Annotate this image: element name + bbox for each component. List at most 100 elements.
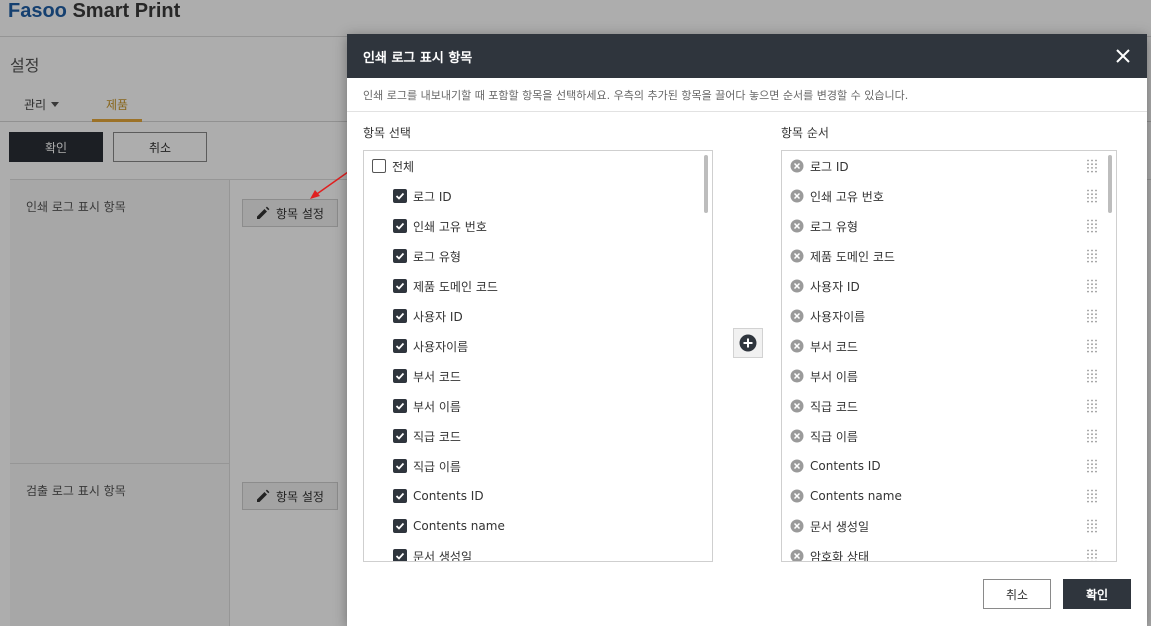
drag-handle-icon[interactable]: [1086, 549, 1098, 562]
drag-handle-icon[interactable]: [1086, 219, 1098, 233]
checkbox-label: 문서 생성일: [413, 549, 473, 562]
order-list-item[interactable]: 직급 이름: [790, 421, 1106, 451]
select-item-checkbox[interactable]: Contents name: [393, 511, 505, 541]
list-scrollbar[interactable]: [704, 155, 708, 213]
select-item-checkbox[interactable]: 부서 이름: [393, 391, 461, 421]
remove-circle-icon[interactable]: [790, 189, 804, 203]
select-item-checkbox[interactable]: 사용자이름: [393, 331, 468, 361]
checkbox-label: 부서 이름: [413, 399, 461, 414]
remove-circle-icon[interactable]: [790, 339, 804, 353]
drag-handle-icon[interactable]: [1086, 279, 1098, 293]
drag-handle-icon[interactable]: [1086, 159, 1098, 173]
order-list-item[interactable]: 문서 생성일: [790, 511, 1106, 541]
order-item-label: 부서 코드: [810, 339, 858, 354]
select-item-checkbox[interactable]: 로그 유형: [393, 241, 461, 271]
annotation-arrow-icon: [310, 171, 349, 199]
drag-handle-icon[interactable]: [1086, 249, 1098, 263]
remove-circle-icon[interactable]: [790, 459, 804, 473]
checkbox-checked-icon: [393, 519, 407, 533]
remove-circle-icon[interactable]: [790, 309, 804, 323]
select-item-checkbox[interactable]: 제품 도메인 코드: [393, 271, 498, 301]
checkbox-label: 로그 유형: [413, 249, 461, 264]
checkbox-checked-icon: [393, 219, 407, 233]
select-item-checkbox[interactable]: 사용자 ID: [393, 301, 463, 331]
checkbox-checked-icon: [393, 369, 407, 383]
drag-handle-icon[interactable]: [1086, 189, 1098, 203]
select-item-checkbox[interactable]: 인쇄 고유 번호: [393, 211, 487, 241]
checkbox-checked-icon: [393, 429, 407, 443]
select-item-checkbox[interactable]: 로그 ID: [393, 181, 452, 211]
remove-circle-icon[interactable]: [790, 489, 804, 503]
order-item-label: 암호화 상태: [810, 549, 870, 562]
remove-circle-icon[interactable]: [790, 279, 804, 293]
checkbox-label: 제품 도메인 코드: [413, 279, 498, 294]
order-item-label: 문서 생성일: [810, 519, 870, 534]
remove-circle-icon[interactable]: [790, 429, 804, 443]
select-item-checkbox[interactable]: Contents ID: [393, 481, 484, 511]
checkbox-label: 부서 코드: [413, 369, 461, 384]
checkbox-checked-icon: [393, 459, 407, 473]
dialog-cancel-button[interactable]: 취소: [983, 579, 1051, 609]
checkbox-label: Contents name: [413, 519, 505, 533]
remove-circle-icon[interactable]: [790, 249, 804, 263]
order-list-item[interactable]: Contents name: [790, 481, 1106, 511]
checkbox-label: 직급 코드: [413, 429, 461, 444]
remove-circle-icon[interactable]: [790, 399, 804, 413]
order-list-item[interactable]: 인쇄 고유 번호: [790, 181, 1106, 211]
order-item-label: 로그 ID: [810, 159, 849, 174]
checkbox-unchecked-icon: [372, 159, 386, 173]
dialog-title: 인쇄 로그 표시 항목: [363, 50, 473, 66]
drag-handle-icon[interactable]: [1086, 369, 1098, 383]
order-list-item[interactable]: 제품 도메인 코드: [790, 241, 1106, 271]
order-list-item[interactable]: 사용자 ID: [790, 271, 1106, 301]
order-item-label: Contents ID: [810, 459, 881, 473]
checkbox-label: 인쇄 고유 번호: [413, 219, 487, 234]
checkbox-label: Contents ID: [413, 489, 484, 503]
order-item-label: 직급 코드: [810, 399, 858, 414]
drag-handle-icon[interactable]: [1086, 339, 1098, 353]
dialog-header: 인쇄 로그 표시 항목: [347, 34, 1147, 78]
drag-handle-icon[interactable]: [1086, 459, 1098, 473]
order-list-item[interactable]: 로그 ID: [790, 151, 1106, 181]
checkbox-label: 직급 이름: [413, 459, 461, 474]
drag-handle-icon[interactable]: [1086, 429, 1098, 443]
list-scrollbar[interactable]: [1108, 155, 1112, 213]
select-item-checkbox[interactable]: 부서 코드: [393, 361, 461, 391]
add-item-button[interactable]: [733, 328, 763, 358]
remove-circle-icon[interactable]: [790, 159, 804, 173]
select-column-label: 항목 선택: [363, 126, 411, 140]
select-all-checkbox[interactable]: 전체: [372, 151, 414, 181]
dialog-confirm-button[interactable]: 확인: [1063, 579, 1131, 609]
order-item-list[interactable]: 로그 ID 인쇄 고유 번호로그 유형제품 도메인 코드사용자 ID 사용자이름부서…: [781, 150, 1117, 562]
item-settings-dialog: 인쇄 로그 표시 항목 인쇄 로그를 내보내기할 때 포함할 항목을 선택하세요…: [347, 34, 1147, 626]
order-list-item[interactable]: 직급 코드: [790, 391, 1106, 421]
close-icon[interactable]: [1113, 46, 1133, 66]
select-item-checkbox[interactable]: 문서 생성일: [393, 541, 473, 562]
order-list-item[interactable]: Contents ID: [790, 451, 1106, 481]
checkbox-checked-icon: [393, 339, 407, 353]
checkbox-label: 사용자 ID: [413, 309, 463, 324]
order-item-label: 사용자 ID: [810, 279, 860, 294]
order-list-item[interactable]: 부서 코드: [790, 331, 1106, 361]
order-item-label: 인쇄 고유 번호: [810, 189, 884, 204]
remove-circle-icon[interactable]: [790, 549, 804, 562]
checkbox-checked-icon: [393, 489, 407, 503]
checkbox-checked-icon: [393, 279, 407, 293]
remove-circle-icon[interactable]: [790, 369, 804, 383]
select-item-checkbox[interactable]: 직급 코드: [393, 421, 461, 451]
drag-handle-icon[interactable]: [1086, 489, 1098, 503]
order-list-item[interactable]: 로그 유형: [790, 211, 1106, 241]
order-item-label: 로그 유형: [810, 219, 858, 234]
order-list-item[interactable]: 암호화 상태: [790, 541, 1106, 562]
remove-circle-icon[interactable]: [790, 219, 804, 233]
order-list-item[interactable]: 사용자이름: [790, 301, 1106, 331]
checkbox-label: 전체: [392, 159, 415, 174]
select-item-checkbox[interactable]: 직급 이름: [393, 451, 461, 481]
order-list-item[interactable]: 부서 이름: [790, 361, 1106, 391]
drag-handle-icon[interactable]: [1086, 309, 1098, 323]
remove-circle-icon[interactable]: [790, 519, 804, 533]
checkbox-checked-icon: [393, 399, 407, 413]
select-item-list[interactable]: 전체 로그 ID 인쇄 고유 번호로그 유형제품 도메인 코드사용자 ID 사용자이…: [363, 150, 713, 562]
drag-handle-icon[interactable]: [1086, 519, 1098, 533]
drag-handle-icon[interactable]: [1086, 399, 1098, 413]
